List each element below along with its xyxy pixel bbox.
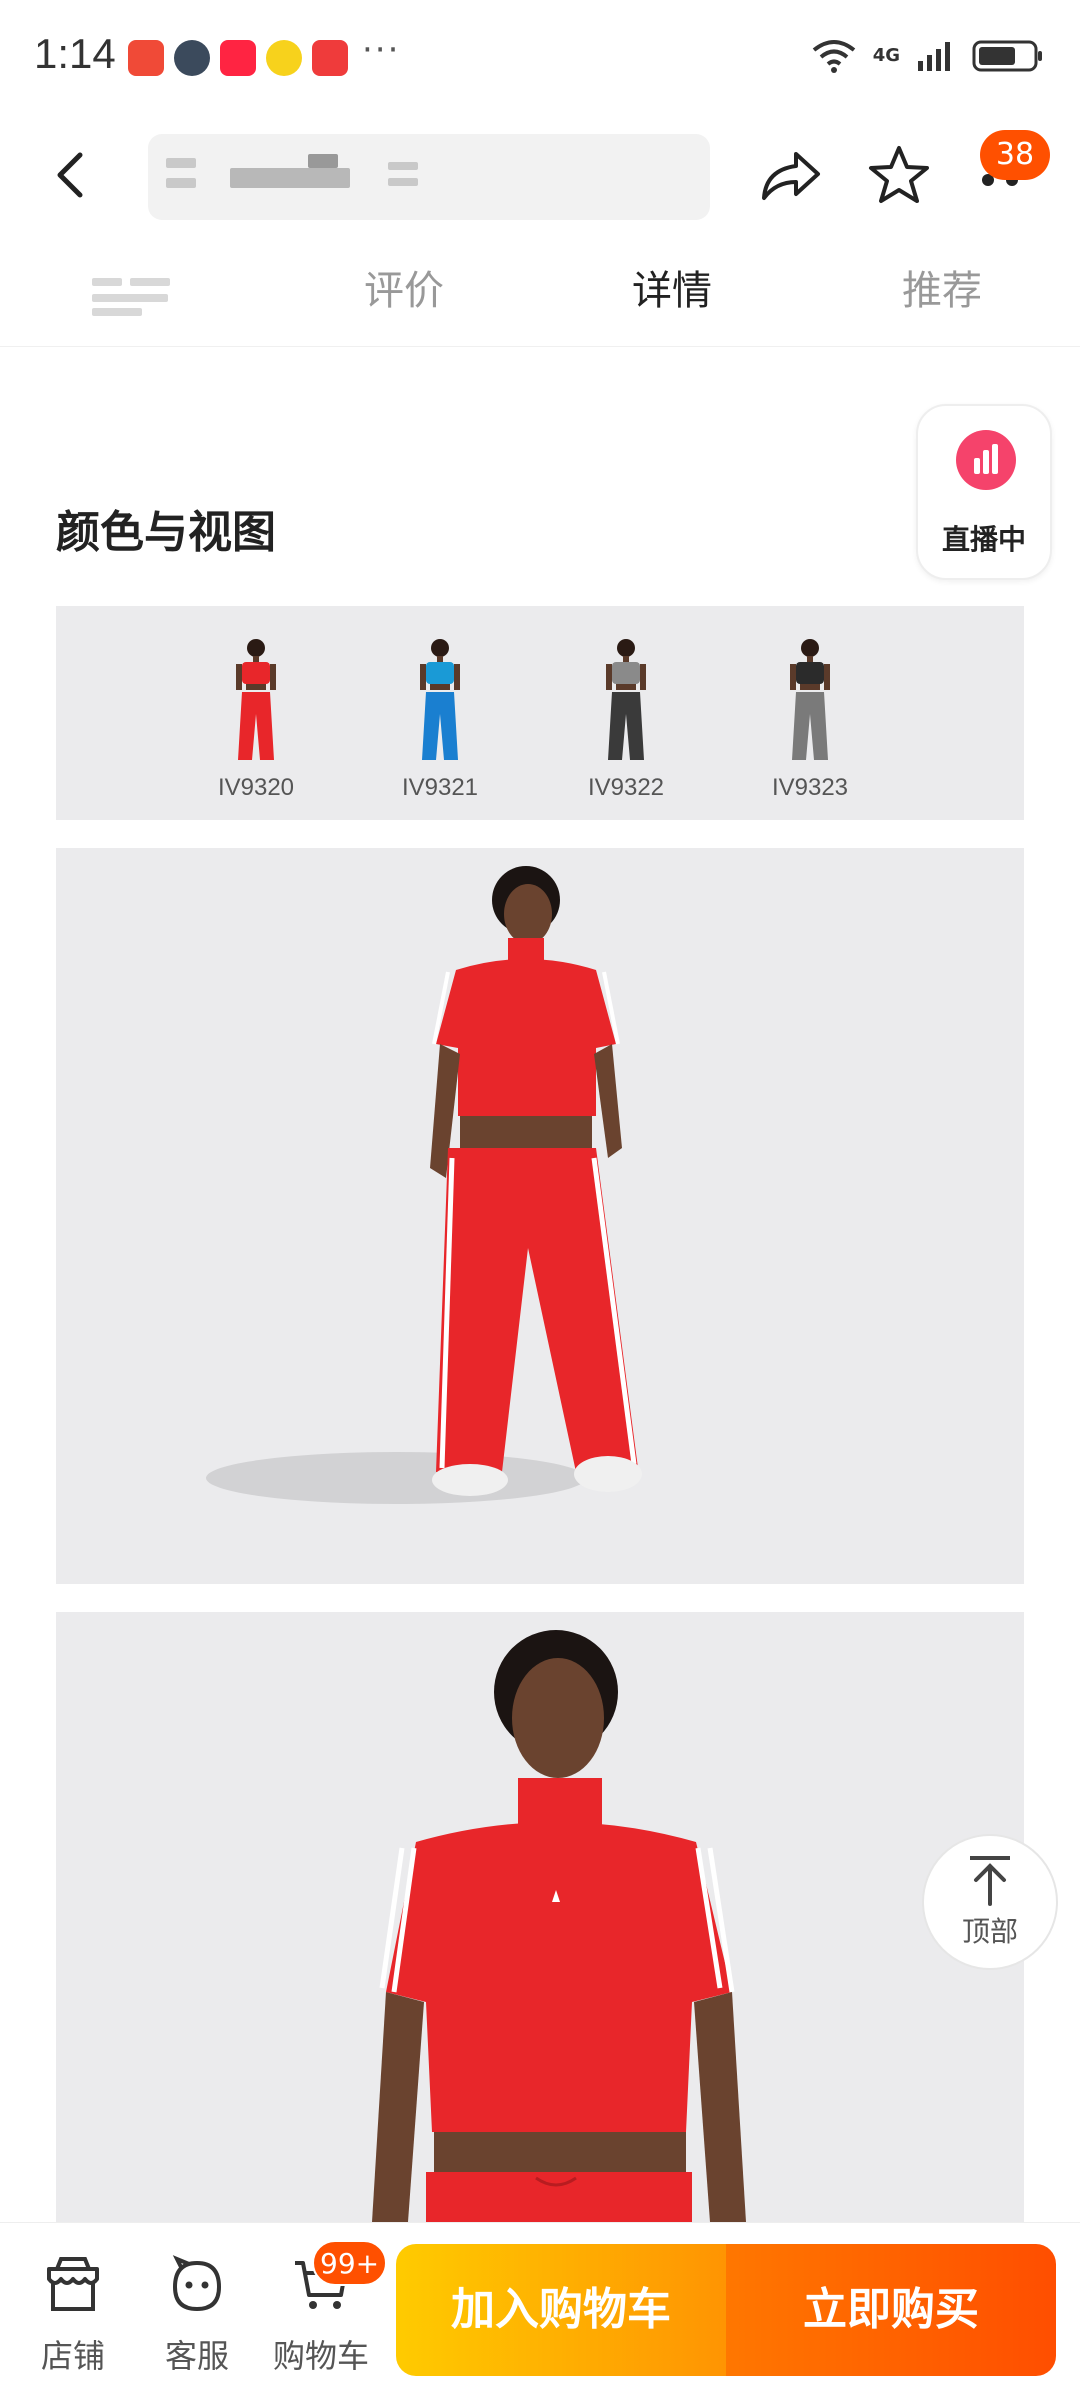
store-icon (47, 2257, 99, 2311)
network-type: 4G (872, 45, 900, 66)
back-to-top-label: 顶部 (961, 1915, 1018, 1948)
blurred-text (166, 158, 196, 168)
tab-bar: 评价 详情 推荐 (0, 236, 1080, 347)
status-time: 1:14 (34, 30, 116, 77)
blurred-text (130, 278, 170, 286)
service-face-icon (172, 2255, 222, 2312)
cart-count-badge: 38 (980, 130, 1050, 180)
back-button[interactable] (40, 140, 100, 210)
favorite-button[interactable] (864, 140, 934, 210)
product-image-full-body[interactable] (56, 848, 1024, 1584)
tab-overview[interactable] (30, 236, 230, 346)
weibo-icon (266, 40, 302, 76)
xiaohongshu-icon (220, 40, 256, 76)
variant-thumbnail (236, 639, 276, 760)
cart-label: 购物车 (272, 2337, 369, 2375)
variant-thumbnail (790, 639, 830, 760)
avatar-icon (174, 40, 210, 76)
blurred-text (308, 154, 338, 168)
variant-thumbnail (606, 639, 646, 760)
variant-code: IV9320 (217, 774, 295, 801)
variant-item[interactable]: IV9320 (196, 626, 316, 806)
variant-thumbnail (420, 639, 460, 760)
variant-item[interactable]: IV9322 (566, 626, 686, 806)
status-bar: 1:14 ··· 4G (0, 0, 1080, 110)
message-icon (312, 40, 348, 76)
search-box[interactable] (148, 134, 710, 220)
arrow-up-icon (970, 1856, 1010, 1906)
blurred-text (92, 308, 142, 316)
variant-code: IV9322 (587, 774, 665, 801)
live-bars-icon (956, 430, 1016, 490)
product-image-closeup[interactable] (56, 1612, 1024, 2222)
model-closeup-photo (372, 1630, 746, 2222)
tab-reviews[interactable]: 评价 (304, 236, 504, 346)
star-icon (869, 146, 929, 203)
system-icons: 4G (811, 34, 1044, 78)
blurred-text (388, 178, 418, 186)
share-button[interactable] (756, 140, 826, 210)
live-badge[interactable]: 直播中 (916, 404, 1052, 580)
blurred-text (92, 278, 122, 286)
back-arrow-icon (57, 152, 83, 198)
back-to-top-button[interactable]: 顶部 (922, 1834, 1058, 1970)
buy-now-button[interactable]: 立即购买 (726, 2244, 1056, 2376)
section-title: 颜色与视图 (56, 507, 276, 558)
blurred-text (230, 168, 350, 188)
signal-icon (918, 42, 950, 71)
missed-call-icon (128, 40, 164, 76)
service-label: 客服 (164, 2337, 229, 2375)
tab-details[interactable]: 详情 (572, 236, 772, 346)
tab-recommend[interactable]: 推荐 (842, 236, 1042, 346)
variant-code: IV9323 (771, 774, 849, 801)
wifi-icon (812, 40, 855, 73)
blurred-text (92, 294, 168, 302)
blurred-text (166, 178, 196, 188)
live-label: 直播中 (941, 523, 1026, 556)
store-label: 店铺 (40, 2337, 105, 2375)
variant-item[interactable]: IV9323 (750, 626, 870, 806)
share-icon (762, 152, 820, 200)
more-notifications-icon: ··· (362, 30, 401, 70)
cart-bottom-badge: 99+ (312, 2240, 388, 2286)
add-to-cart-button[interactable]: 加入购物车 (396, 2244, 726, 2376)
blurred-text (388, 162, 418, 170)
battery-icon (972, 40, 1042, 72)
variant-item[interactable]: IV9321 (380, 626, 500, 806)
model-full-body-photo (206, 866, 642, 1504)
color-variants-strip: IV9320 IV9321 IV9322 IV9323 (56, 606, 1024, 820)
variant-code: IV9321 (401, 774, 479, 801)
